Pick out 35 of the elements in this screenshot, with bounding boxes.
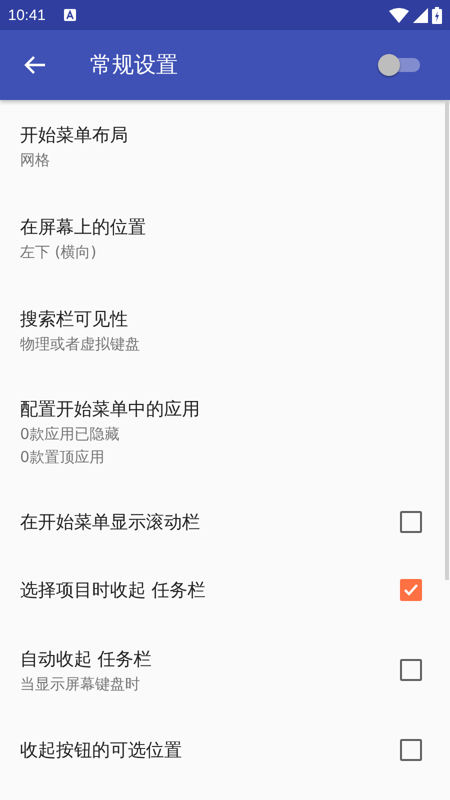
setting-title: 在开始菜单显示滚动栏	[20, 511, 201, 534]
setting-title: 在屏幕上的位置	[20, 216, 147, 238]
setting-item[interactable]: 在屏幕上的位置 左下 (横向)	[0, 192, 450, 284]
wifi-icon	[389, 8, 409, 22]
app-notification-icon	[64, 9, 76, 21]
checkbox[interactable]	[400, 659, 422, 681]
setting-item[interactable]: 配置开始菜单中的应用 0款应用已隐藏 0款置顶应用	[0, 376, 450, 488]
back-arrow-icon[interactable]	[24, 55, 46, 75]
setting-item[interactable]: 收起按钮的可选位置	[0, 716, 450, 784]
master-switch[interactable]	[378, 53, 422, 77]
checkbox[interactable]	[400, 511, 422, 533]
status-time: 10:41	[8, 6, 46, 24]
checkbox[interactable]	[400, 579, 422, 601]
setting-item[interactable]: 选择项目时收起 任务栏	[0, 556, 450, 624]
setting-summary: 0款置顶应用	[20, 448, 106, 467]
check-icon	[403, 583, 419, 597]
setting-summary: 左下 (横向)	[20, 242, 98, 262]
setting-item[interactable]: 开始菜单布局 网格	[0, 100, 450, 192]
screen-title: 常规设置	[90, 52, 178, 80]
setting-summary: 当显示屏幕键盘时	[20, 674, 141, 694]
setting-summary: 物理或者虚拟键盘	[20, 334, 141, 354]
setting-title: 选择项目时收起 任务栏	[20, 579, 207, 602]
setting-title: 搜索栏可见性	[20, 308, 129, 330]
setting-title: 开始菜单布局	[20, 124, 129, 146]
checkbox[interactable]	[400, 739, 422, 761]
setting-title: 收起按钮的可选位置	[20, 739, 183, 762]
setting-item[interactable]: 自动收起 任务栏 当显示屏幕键盘时	[0, 624, 450, 716]
battery-icon	[432, 6, 442, 24]
setting-title: 配置开始菜单中的应用	[20, 398, 201, 421]
setting-item[interactable]: 搜索栏可见性 物理或者虚拟键盘	[0, 284, 450, 376]
setting-summary: 网格	[20, 150, 51, 170]
setting-summary: 0款应用已隐藏	[20, 425, 121, 444]
signal-icon	[413, 8, 428, 22]
setting-title: 自动收起 任务栏	[20, 648, 153, 670]
setting-item[interactable]: 在开始菜单显示滚动栏	[0, 488, 450, 556]
